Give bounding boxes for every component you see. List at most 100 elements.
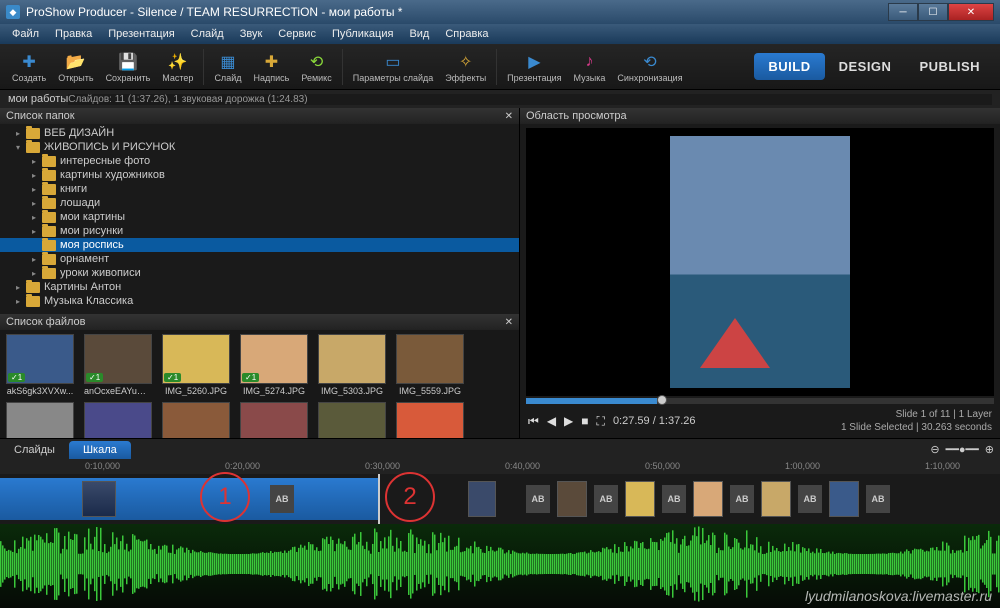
zoom-out-icon[interactable]: ⊖ <box>930 443 939 456</box>
folder-ЖИВОПИСЬ И РИСУНОК[interactable]: ▾ЖИВОПИСЬ И РИСУНОК <box>0 140 519 154</box>
file-thumb[interactable]: IMG_5303.JPG <box>316 334 388 396</box>
toolbar-Мастер[interactable]: ✨Мастер <box>156 49 199 85</box>
transition-clip[interactable]: AB <box>798 485 822 513</box>
maximize-button[interactable]: ☐ <box>918 3 948 21</box>
timeline-slide[interactable] <box>557 481 587 517</box>
toolbar-Презентация[interactable]: ▶Презентация <box>501 49 567 85</box>
toolbar-Сохранить[interactable]: 💾Сохранить <box>100 49 157 85</box>
close-button[interactable]: ✕ <box>948 3 994 21</box>
folder-tree[interactable]: ▸ВЕБ ДИЗАЙН▾ЖИВОПИСЬ И РИСУНОК▸интересны… <box>0 124 519 314</box>
folder-мои рисунки[interactable]: ▸мои рисунки <box>0 224 519 238</box>
tab-slides[interactable]: Слайды <box>0 441 69 459</box>
file-thumb[interactable] <box>316 402 388 438</box>
file-thumb[interactable] <box>82 402 154 438</box>
timeline-slide[interactable] <box>82 481 116 517</box>
folder-Картины Антон[interactable]: ▸Картины Антон <box>0 280 519 294</box>
toolbar-Синхронизация[interactable]: ⟲Синхронизация <box>611 49 688 85</box>
project-status: Слайдов: 11 (1:37.26), 1 звуковая дорожк… <box>68 94 992 105</box>
build-mode-button[interactable]: BUILD <box>754 53 824 80</box>
toolbar-Ремикс[interactable]: ⟲Ремикс <box>295 49 337 85</box>
stop-button[interactable]: ■ <box>581 414 588 428</box>
minimize-button[interactable]: ─ <box>888 3 918 21</box>
app-icon: ◆ <box>6 5 20 19</box>
project-name: мои работы <box>8 93 68 105</box>
transition-clip[interactable]: AB <box>730 485 754 513</box>
toolbar-Параметры слайда[interactable]: ▭Параметры слайда <box>347 49 440 85</box>
menu-Правка[interactable]: Правка <box>47 28 100 40</box>
menu-Звук[interactable]: Звук <box>232 28 271 40</box>
folder-Музыка Классика[interactable]: ▸Музыка Классика <box>0 294 519 308</box>
design-mode-button[interactable]: DESIGN <box>825 53 906 80</box>
toolbar-Музыка[interactable]: ♪Музыка <box>568 49 612 85</box>
file-thumb[interactable] <box>160 402 232 438</box>
file-thumb[interactable]: ✓1IMG_5274.JPG <box>238 334 310 396</box>
transition-clip[interactable]: AB <box>594 485 618 513</box>
toolbar-Создать[interactable]: ✚Создать <box>6 49 52 85</box>
skip-back-button[interactable]: ⏮ <box>528 414 539 429</box>
step-back-button[interactable]: ◀ <box>547 414 556 428</box>
audio-track[interactable] <box>0 524 1000 608</box>
menu-Справка[interactable]: Справка <box>437 28 496 40</box>
toolbar-Надпись[interactable]: ✚Надпись <box>247 49 295 85</box>
menu-Публикация[interactable]: Публикация <box>324 28 401 40</box>
toolbar-Слайд[interactable]: ▦Слайд <box>208 49 247 85</box>
slide-info: Slide 1 of 11 | 1 Layer <box>841 408 992 421</box>
timeline-slide[interactable] <box>468 481 496 517</box>
playback-controls: ⏮ ◀ ▶ ■ ⛶ 0:27.59 / 1:37.26 Slide 1 of 1… <box>520 404 1000 438</box>
transition-clip[interactable]: AB <box>526 485 550 513</box>
file-thumb[interactable] <box>238 402 310 438</box>
project-bar: мои работы Слайдов: 11 (1:37.26), 1 звук… <box>0 90 1000 108</box>
toolbar-Открыть[interactable]: 📂Открыть <box>52 49 99 85</box>
file-thumb[interactable] <box>4 402 76 438</box>
timeline[interactable]: 0:10,0000:20,0000:30,0000:40,0000:50,000… <box>0 460 1000 608</box>
folder-лошади[interactable]: ▸лошади <box>0 196 519 210</box>
transition-clip[interactable]: AB <box>662 485 686 513</box>
folder-моя роспись[interactable]: моя роспись <box>0 238 519 252</box>
toolbar-Эффекты[interactable]: ✧Эффекты <box>439 49 492 85</box>
transition-clip[interactable]: AB <box>866 485 890 513</box>
menu-Слайд[interactable]: Слайд <box>183 28 232 40</box>
publish-mode-button[interactable]: PUBLISH <box>905 53 994 80</box>
file-thumb[interactable]: ✓1akS6gk3XVXw... <box>4 334 76 396</box>
folders-close-icon[interactable]: ✕ <box>505 111 513 122</box>
preview-viewport <box>526 128 994 396</box>
window-title: ProShow Producer - Silence / TEAM RESURR… <box>26 5 888 19</box>
folder-ВЕБ ДИЗАЙН[interactable]: ▸ВЕБ ДИЗАЙН <box>0 126 519 140</box>
zoom-slider[interactable]: ━━●━━ <box>946 443 979 456</box>
playback-time: 0:27.59 / 1:37.26 <box>613 415 696 427</box>
file-thumb[interactable]: IMG_5559.JPG <box>394 334 466 396</box>
selection-info: 1 Slide Selected | 30.263 seconds <box>841 421 992 434</box>
tab-scale[interactable]: Шкала <box>69 441 131 459</box>
menu-Презентация[interactable]: Презентация <box>100 28 182 40</box>
fullscreen-button[interactable]: ⛶ <box>597 414 605 429</box>
time-ruler: 0:10,0000:20,0000:30,0000:40,0000:50,000… <box>0 460 1000 474</box>
menu-Вид[interactable]: Вид <box>401 28 437 40</box>
play-button[interactable]: ▶ <box>564 414 573 428</box>
folder-уроки живописи[interactable]: ▸уроки живописи <box>0 266 519 280</box>
timeline-slide[interactable] <box>761 481 791 517</box>
folder-интересные фото[interactable]: ▸интересные фото <box>0 154 519 168</box>
timeline-slide[interactable] <box>625 481 655 517</box>
files-close-icon[interactable]: ✕ <box>505 317 513 328</box>
scrub-bar[interactable] <box>526 398 994 404</box>
timeline-slide[interactable] <box>829 481 859 517</box>
folder-картины художников[interactable]: ▸картины художников <box>0 168 519 182</box>
preview-panel-header: Область просмотра <box>520 108 1000 124</box>
file-browser[interactable]: ✓1akS6gk3XVXw...✓1anOcxeEAYuU.j...✓1IMG_… <box>0 330 519 438</box>
menu-Сервис[interactable]: Сервис <box>270 28 324 40</box>
folder-орнамент[interactable]: ▸орнамент <box>0 252 519 266</box>
zoom-in-icon[interactable]: ⊕ <box>985 443 994 456</box>
file-thumb[interactable]: ✓1IMG_5260.JPG <box>160 334 232 396</box>
playhead[interactable] <box>378 474 380 524</box>
folder-книги[interactable]: ▸книги <box>0 182 519 196</box>
slide-track[interactable]: AB 1 2 AB AB AB AB AB AB <box>0 474 1000 524</box>
timeline-header: Слайды Шкала ⊖ ━━●━━ ⊕ <box>0 438 1000 460</box>
menu-bar: ФайлПравкаПрезентацияСлайдЗвукСервисПубл… <box>0 24 1000 44</box>
preview-image <box>670 136 850 388</box>
file-thumb[interactable] <box>394 402 466 438</box>
folder-мои картины[interactable]: ▸мои картины <box>0 210 519 224</box>
transition-clip[interactable]: AB <box>270 485 294 513</box>
file-thumb[interactable]: ✓1anOcxeEAYuU.j... <box>82 334 154 396</box>
timeline-slide[interactable] <box>693 481 723 517</box>
menu-Файл[interactable]: Файл <box>4 28 47 40</box>
